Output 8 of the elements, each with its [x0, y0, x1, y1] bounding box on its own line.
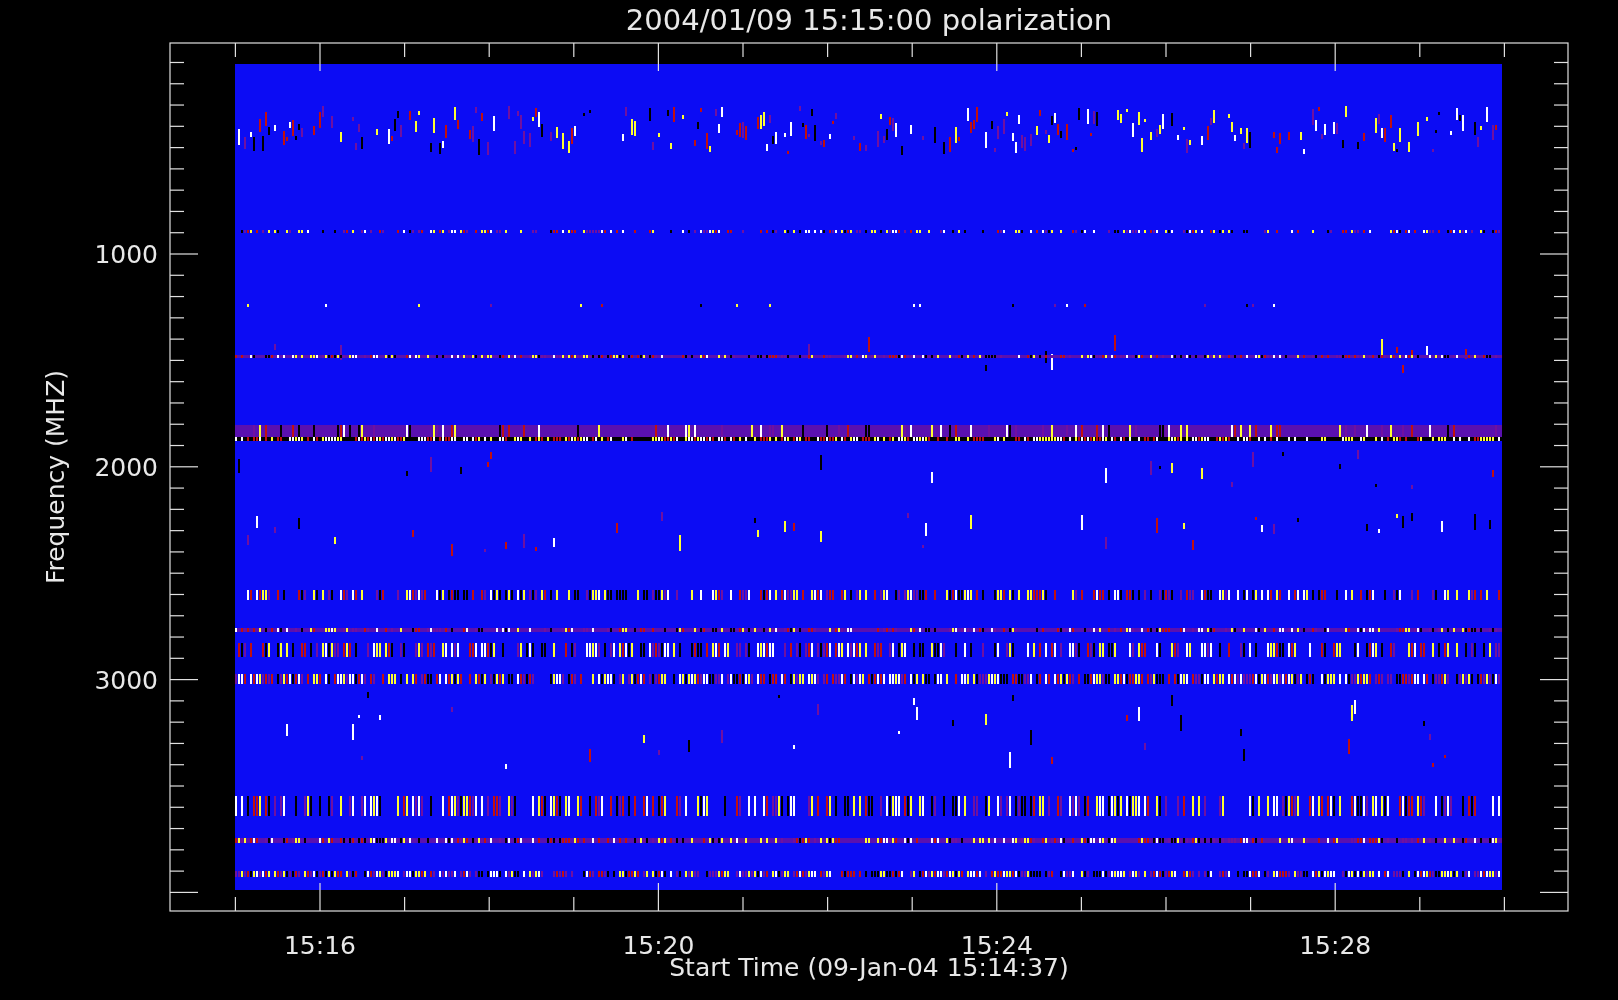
- tick-label: 15:28: [1299, 931, 1372, 960]
- tick-label: 15:16: [284, 931, 356, 960]
- chart-title: 2004/01/09 15:15:00 polarization: [625, 3, 1113, 37]
- axis-title: Frequency (MHZ): [41, 369, 70, 585]
- tick-label: 2000: [94, 452, 158, 482]
- tick-label: 1000: [94, 240, 158, 269]
- tick-label: 3000: [94, 665, 158, 695]
- axis-title: Start Time (09-Jan-04 15:14:37): [669, 953, 1069, 982]
